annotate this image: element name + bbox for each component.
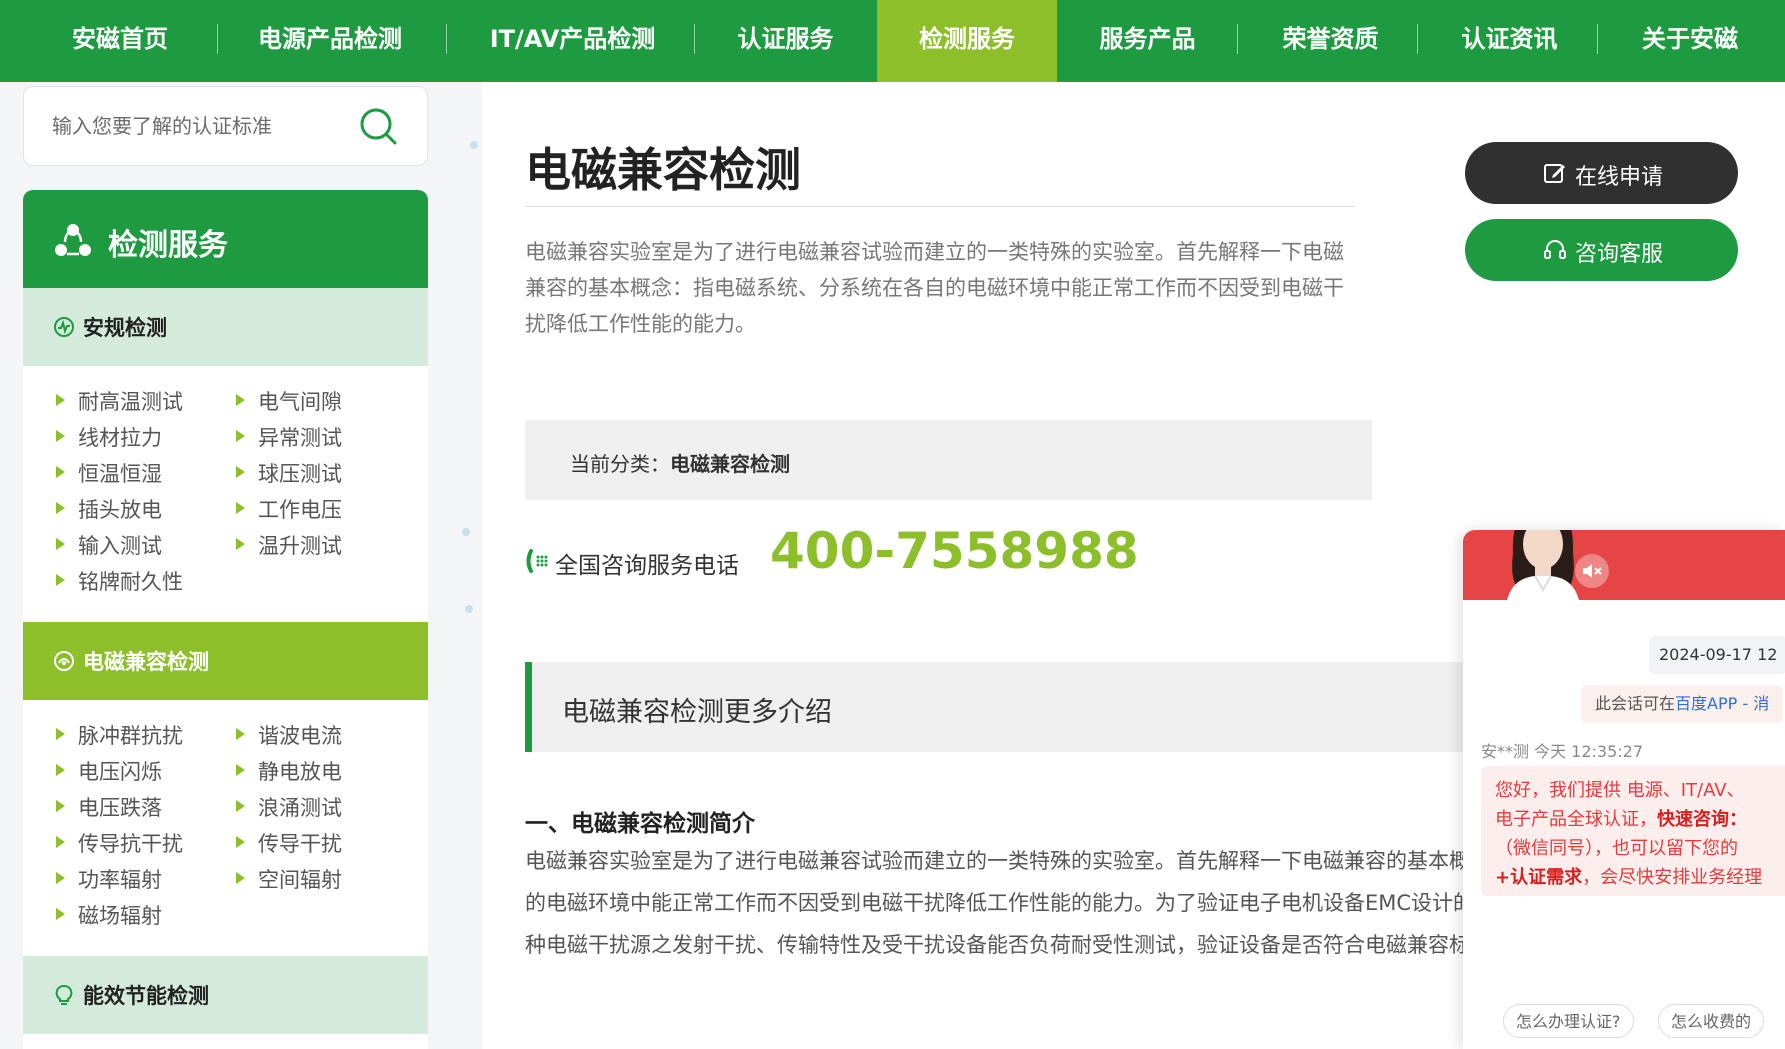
sidebar-link[interactable]: 脉冲群抗扰 [56, 720, 183, 750]
sidebar-link[interactable]: 温升测试 [236, 530, 342, 560]
nav-separator [217, 24, 218, 54]
sidebar-link[interactable]: 工作电压 [236, 494, 342, 524]
page-title: 电磁兼容检测 [525, 143, 801, 197]
sidebar-link[interactable]: 磁场辐射 [56, 900, 162, 930]
sidebar-link[interactable]: 功率辐射 [56, 864, 162, 894]
nav-separator [694, 24, 695, 54]
testing-services-icon [53, 220, 93, 260]
pulse-icon [53, 316, 75, 338]
category-title: 安规检测 [83, 316, 167, 340]
headset-icon [1543, 238, 1567, 262]
chat-widget: 2024-09-17 12 此会话可在百度APP - 消 安**测 今天 12:… [1463, 530, 1785, 1049]
current-category-value[interactable]: 电磁兼容检测 [670, 452, 790, 476]
nav-item-home[interactable]: 安磁首页 [30, 0, 210, 82]
nav-item-news[interactable]: 认证资讯 [1422, 0, 1597, 82]
sidebar-link[interactable]: 电压跌落 [56, 792, 162, 822]
category-list-safety: 耐高温测试 电气间隙 线材拉力 异常测试 恒温恒湿 球压测试 插头放电 工作电压… [23, 366, 428, 622]
chat-strong: 快速咨询： [1657, 809, 1747, 830]
current-category-box: 当前分类：电磁兼容检测 [525, 420, 1372, 500]
nav-separator [1597, 24, 1598, 54]
category-list-energy [23, 1034, 428, 1049]
consult-service-button[interactable]: 咨询客服 [1465, 219, 1738, 281]
chat-line: +认证需求，会尽快安排业务经理 [1495, 867, 1763, 888]
chat-notice-link[interactable]: 百度APP - 消 [1675, 694, 1769, 713]
chat-agent-line: 安**测 今天 12:35:27 [1481, 742, 1644, 761]
quick-reply-button[interactable]: 怎么办理认证? [1503, 1004, 1634, 1038]
emc-icon [53, 650, 75, 672]
consult-label: 咨询客服 [1575, 242, 1664, 267]
section-heading: 一、电磁兼容检测简介 [525, 811, 755, 837]
sidebar-link[interactable]: 球压测试 [236, 458, 342, 488]
online-apply-button[interactable]: 在线申请 [1465, 142, 1738, 204]
edit-icon [1543, 161, 1567, 185]
decorative-dot [470, 141, 478, 149]
nav-item-service-products[interactable]: 服务产品 [1060, 0, 1235, 82]
sidebar-link[interactable]: 空间辐射 [236, 864, 342, 894]
category-safety-testing[interactable]: 安规检测 [23, 288, 428, 366]
chat-strong: +认证需求 [1495, 867, 1583, 888]
sidebar-link[interactable]: 异常测试 [236, 422, 342, 452]
sidebar-link[interactable]: 铭牌耐久性 [56, 566, 183, 596]
nav-item-honors[interactable]: 荣誉资质 [1243, 0, 1418, 82]
nav-separator [446, 24, 447, 54]
title-divider [525, 206, 1355, 207]
quick-reply-button[interactable]: 怎么收费的 [1658, 1004, 1765, 1038]
search-input[interactable] [52, 109, 352, 143]
sidebar-link[interactable]: 线材拉力 [56, 422, 162, 452]
hotline-label: 全国咨询服务电话 [555, 553, 739, 579]
sidebar-link[interactable]: 耐高温测试 [56, 386, 183, 416]
hotline-number[interactable]: 400-7558988 [770, 522, 1139, 580]
current-category-label: 当前分类： [570, 452, 670, 476]
chat-line: 您好，我们提供 电源、IT/AV、 [1495, 780, 1745, 801]
sidebar-link[interactable]: 电气间隙 [236, 386, 342, 416]
lightbulb-icon [53, 984, 75, 1006]
chat-line: 电子产品全球认证，快速咨询： [1495, 809, 1747, 830]
search-icon[interactable] [359, 107, 399, 147]
sidebar-link[interactable]: 传导干扰 [236, 828, 342, 858]
category-emc-testing[interactable]: 电磁兼容检测 [23, 622, 428, 700]
sidebar-link[interactable]: 谐波电流 [236, 720, 342, 750]
sidebar-link[interactable]: 静电放电 [236, 756, 342, 786]
nav-item-certification[interactable]: 认证服务 [703, 0, 868, 82]
category-list-emc: 脉冲群抗扰 谐波电流 电压闪烁 静电放电 电压跌落 浪涌测试 传导抗干扰 传导干… [23, 700, 428, 956]
category-title: 电磁兼容检测 [83, 650, 209, 674]
mute-icon[interactable] [1575, 554, 1609, 588]
sidebar-link[interactable]: 电压闪烁 [56, 756, 162, 786]
decorative-dot [465, 605, 473, 613]
chat-notice-text: 此会话可在 [1595, 694, 1676, 713]
category-title: 能效节能检测 [83, 984, 209, 1008]
category-energy-efficiency[interactable]: 能效节能检测 [23, 956, 428, 1034]
chat-line: （微信同号），也可以留下您的 [1495, 838, 1738, 859]
sidebar-link[interactable]: 输入测试 [56, 530, 162, 560]
search-box [23, 86, 428, 166]
more-info-title: 电磁兼容检测更多介绍 [562, 697, 832, 728]
nav-separator [1237, 24, 1238, 54]
nav-item-about[interactable]: 关于安磁 [1600, 0, 1780, 82]
current-category: 当前分类：电磁兼容检测 [570, 448, 790, 477]
nav-item-it-av[interactable]: IT/AV产品检测 [455, 0, 690, 82]
sidebar-link[interactable]: 传导抗干扰 [56, 828, 183, 858]
nav-item-testing-services[interactable]: 检测服务 [877, 0, 1057, 82]
sidebar-link[interactable]: 浪涌测试 [236, 792, 342, 822]
sidebar-link[interactable]: 恒温恒湿 [56, 458, 162, 488]
nav-separator [1417, 24, 1418, 54]
sidebar-header: 检测服务 [23, 190, 428, 288]
nav-item-power-products[interactable]: 电源产品检测 [225, 0, 435, 82]
phone-icon [525, 548, 551, 574]
chat-message-bubble: 您好，我们提供 电源、IT/AV、 电子产品全球认证，快速咨询： （微信同号），… [1481, 766, 1785, 896]
apply-label: 在线申请 [1575, 165, 1664, 190]
chat-timestamp: 2024-09-17 12 [1649, 636, 1785, 674]
decorative-dot [462, 528, 470, 536]
sidebar-link[interactable]: 插头放电 [56, 494, 162, 524]
chat-notice: 此会话可在百度APP - 消 [1581, 685, 1784, 723]
top-navigation: 安磁首页 电源产品检测 IT/AV产品检测 认证服务 检测服务 服务产品 荣誉资… [0, 0, 1785, 82]
intro-text: 电磁兼容实验室是为了进行电磁兼容试验而建立的一类特殊的实验室。首先解释一下电磁兼… [525, 240, 1344, 336]
sidebar-title: 检测服务 [108, 228, 228, 263]
